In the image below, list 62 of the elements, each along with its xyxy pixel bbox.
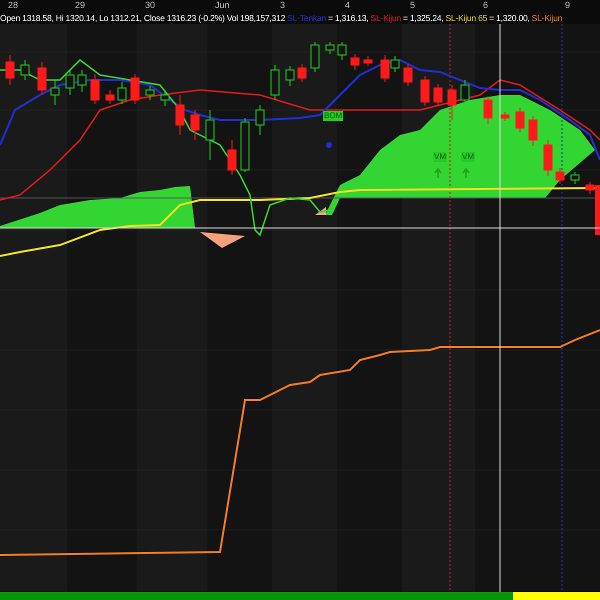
indicator-label: SL-Kijun 65 (445, 12, 488, 24)
candlestick (146, 86, 154, 100)
candlestick (176, 94, 184, 136)
date-label: 29 (75, 0, 86, 11)
candlestick (500, 112, 510, 122)
dot-icon (326, 142, 332, 148)
candlestick (256, 104, 264, 136)
cloud-area (200, 232, 245, 248)
candlestick (326, 42, 334, 54)
arrow-up-icon (434, 168, 442, 179)
candlestick (448, 84, 456, 120)
candlestick (460, 80, 470, 104)
candlestick (350, 54, 360, 70)
indicator-value: = 1,320.00, (489, 12, 530, 24)
candlestick (286, 66, 294, 86)
date-label: 6 (483, 0, 488, 11)
candlestick (38, 62, 46, 96)
candlestick (228, 140, 236, 176)
arrow-up-icon (462, 168, 470, 179)
indicator-label: SL-Kijun (532, 12, 562, 24)
candlestick (544, 140, 552, 176)
candlestick (90, 74, 100, 104)
candlestick (20, 60, 30, 80)
candlestick (364, 56, 372, 66)
candlestick (66, 70, 74, 96)
candlestick (270, 64, 280, 100)
indicator-value: = 1,316.13, (328, 12, 368, 24)
date-label: 28 (8, 0, 18, 11)
indicator-value: = 1,325.24, (402, 12, 444, 24)
signal-marker: VM (461, 152, 475, 162)
candlestick (404, 64, 412, 86)
candlestick (50, 80, 60, 106)
candlestick (206, 110, 214, 160)
candlestick (160, 90, 170, 106)
candlestick (130, 74, 140, 104)
date-label: 4 (345, 0, 350, 11)
candlestick (516, 108, 524, 132)
candlestick (556, 168, 564, 184)
indicator-label: SL-Kijun (370, 12, 401, 24)
candlestick (78, 70, 86, 92)
candlestick (118, 82, 126, 104)
date-label: Jun (215, 0, 230, 11)
candlestick (338, 42, 346, 60)
candlestick (310, 42, 320, 72)
candlestick (434, 84, 442, 106)
candlestick (420, 76, 430, 106)
signal-marker: VM (433, 152, 447, 162)
candlestick (106, 90, 114, 104)
candlestick (570, 172, 580, 184)
signal-marker: BOM (323, 111, 344, 121)
indicator-label: SL-Tenkan (287, 12, 326, 24)
date-label: 30 (145, 0, 156, 11)
candlestick (6, 54, 14, 86)
quote-text: Open 1318.58, Hi 1320.14, Lo 1312.21, Close 1316.23 (-0.2%) Vol 198,157,312 (0, 12, 286, 24)
candlestick (484, 96, 492, 124)
candlestick (528, 116, 538, 146)
candlestick (190, 110, 200, 140)
date-label: 9 (565, 0, 570, 11)
candlestick (298, 64, 306, 82)
candlestick (240, 118, 250, 172)
date-label: 3 (280, 0, 286, 11)
date-label: 5 (410, 0, 416, 11)
